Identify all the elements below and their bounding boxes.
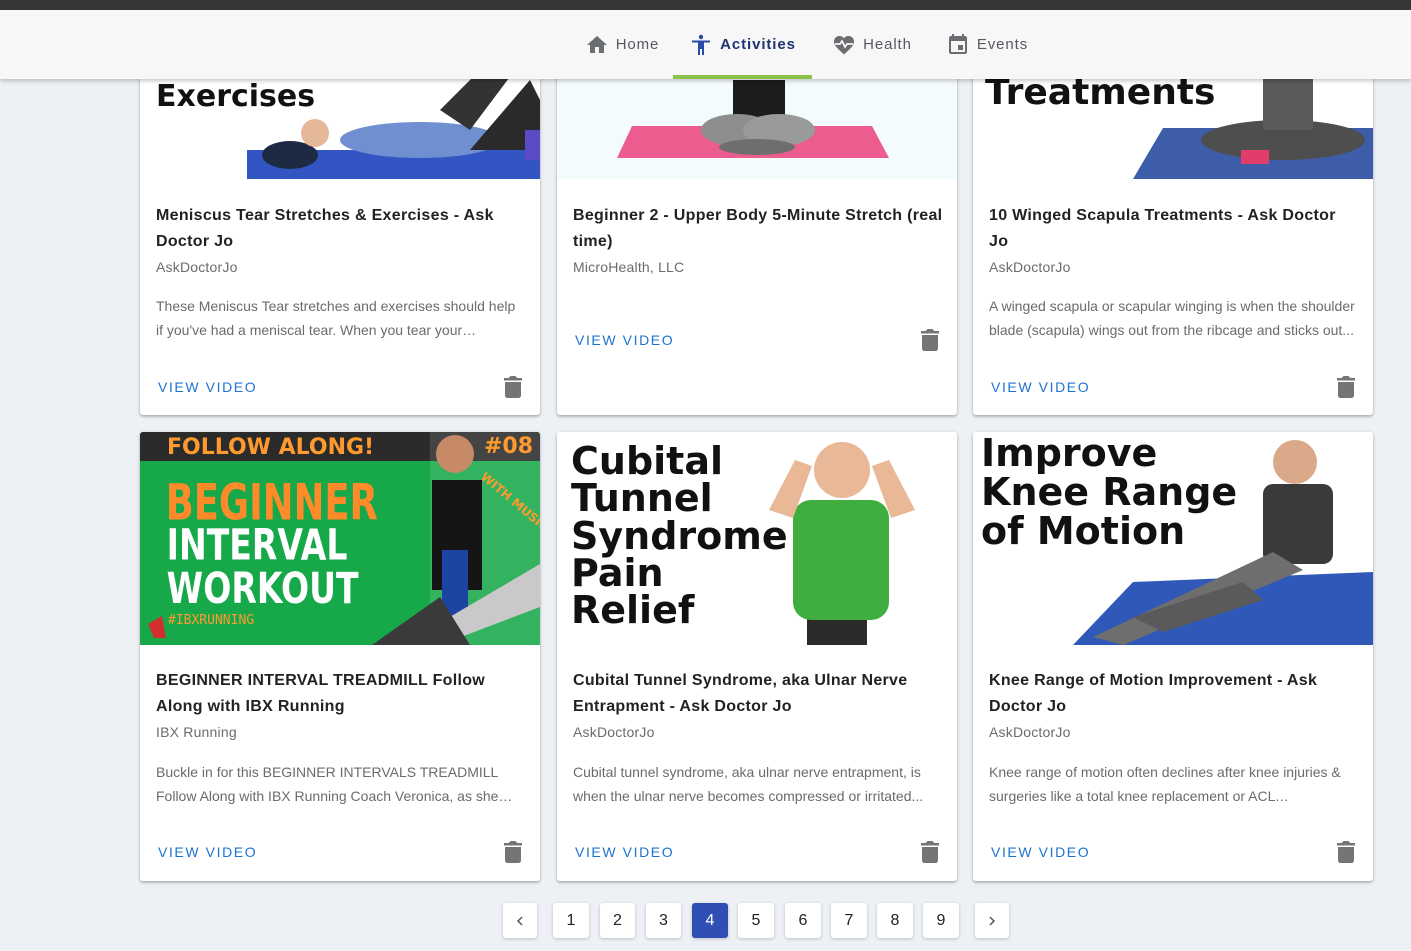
view-video-button[interactable]: VIEW VIDEO xyxy=(158,379,257,395)
video-author: AskDoctorJo xyxy=(573,724,655,740)
delete-button[interactable] xyxy=(1337,841,1355,863)
video-description: Buckle in for this BEGINNER INTERVALS TR… xyxy=(156,764,499,804)
thumbnail-caption: INTERVAL xyxy=(167,520,348,569)
tab-health-label: Health xyxy=(863,36,912,53)
tab-activities[interactable]: Activities xyxy=(673,10,812,79)
video-title: BEGINNER INTERVAL TREADMILL Follow Along… xyxy=(156,672,486,715)
delete-button[interactable] xyxy=(504,841,522,863)
pagination-prev-button[interactable] xyxy=(503,903,537,938)
video-thumbnail[interactable]: FOLLOW ALONG! #08 BEGINNER INTERVAL WORK… xyxy=(140,432,540,645)
trash-icon xyxy=(921,329,939,351)
pagination-page[interactable]: 2 xyxy=(600,903,635,938)
tab-health[interactable]: Health xyxy=(830,10,914,79)
window-top-bar xyxy=(0,0,1411,10)
video-description: These Meniscus Tear stretches and exerci… xyxy=(156,298,516,338)
thumbnail-caption: Improve xyxy=(981,432,1157,475)
chevron-right-icon xyxy=(989,916,995,925)
delete-button[interactable] xyxy=(921,841,939,863)
tab-events-label: Events xyxy=(976,36,1029,53)
video-thumbnail[interactable]: Improve Knee Range of Motion xyxy=(973,432,1373,645)
thumbnail-caption: #08 xyxy=(484,434,533,459)
thumbnail-caption: Knee Range xyxy=(981,470,1237,514)
video-card: Cubital Tunnel Syndrome Pain Relief Cubi… xyxy=(557,432,957,881)
video-card: FOLLOW ALONG! #08 BEGINNER INTERVAL WORK… xyxy=(140,432,540,881)
video-title: Knee Range of Motion Improvement - Ask D… xyxy=(989,672,1318,715)
view-video-button[interactable]: VIEW VIDEO xyxy=(991,844,1090,860)
home-icon xyxy=(586,35,607,53)
video-card: Improve Knee Range of Motion Knee Range … xyxy=(973,432,1373,881)
tab-activities-label: Activities xyxy=(720,36,796,53)
activity-figure-icon xyxy=(692,34,711,55)
video-author: AskDoctorJo xyxy=(989,724,1071,740)
video-author: AskDoctorJo xyxy=(156,259,238,275)
tab-events[interactable]: Events xyxy=(945,10,1029,79)
video-description: Cubital tunnel syndrome, aka ulnar nerve… xyxy=(573,764,924,804)
pagination-page[interactable]: 3 xyxy=(646,903,681,938)
view-video-button[interactable]: VIEW VIDEO xyxy=(575,844,674,860)
main-navigation: Home Activities Health Events xyxy=(0,10,1411,79)
video-author: IBX Running xyxy=(156,724,237,740)
trash-icon xyxy=(1337,376,1355,398)
video-title: 10 Winged Scapula Treatments - Ask Docto… xyxy=(989,207,1336,250)
video-thumbnail[interactable]: Cubital Tunnel Syndrome Pain Relief xyxy=(557,432,957,645)
pagination-page[interactable]: 7 xyxy=(831,903,867,938)
pagination-page[interactable]: 8 xyxy=(877,903,913,938)
video-author: MicroHealth, LLC xyxy=(573,259,685,275)
heartbeat-icon xyxy=(834,35,855,54)
thumbnail-caption: FOLLOW ALONG! xyxy=(167,435,374,460)
chevron-left-icon xyxy=(517,916,523,925)
view-video-button[interactable]: VIEW VIDEO xyxy=(575,332,674,348)
trash-icon xyxy=(921,841,939,863)
pagination-page-current[interactable]: 4 xyxy=(692,903,728,938)
trash-icon xyxy=(1337,841,1355,863)
thumbnail-caption: Exercises xyxy=(156,79,315,114)
thumbnail-caption: of Motion xyxy=(981,509,1185,553)
video-description: A winged scapula or scapular winging is … xyxy=(989,298,1355,338)
video-title: Cubital Tunnel Syndrome, aka Ulnar Nerve… xyxy=(573,672,908,715)
delete-button[interactable] xyxy=(921,329,939,351)
delete-button[interactable] xyxy=(504,376,522,398)
pagination-page[interactable]: 9 xyxy=(923,903,959,938)
delete-button[interactable] xyxy=(1337,376,1355,398)
pagination-page[interactable]: 5 xyxy=(738,903,774,938)
calendar-icon xyxy=(948,33,967,54)
video-description: Knee range of motion often declines afte… xyxy=(989,764,1341,804)
pagination-next-button[interactable] xyxy=(975,903,1009,938)
tab-home[interactable]: Home xyxy=(583,10,661,79)
view-video-button[interactable]: VIEW VIDEO xyxy=(158,844,257,860)
video-title: Beginner 2 - Upper Body 5-Minute Stretch… xyxy=(573,207,943,250)
thumbnail-caption: Relief xyxy=(571,588,695,632)
video-title: Meniscus Tear Stretches & Exercises - As… xyxy=(156,207,494,250)
tab-home-label: Home xyxy=(615,36,660,53)
thumbnail-caption: #IBXRUNNING xyxy=(168,613,254,628)
view-video-button[interactable]: VIEW VIDEO xyxy=(991,379,1090,395)
video-author: AskDoctorJo xyxy=(989,259,1071,275)
thumbnail-caption: WORKOUT xyxy=(167,564,359,613)
pagination-page[interactable]: 1 xyxy=(553,903,589,938)
trash-icon xyxy=(504,376,522,398)
trash-icon xyxy=(504,841,522,863)
pagination-page[interactable]: 6 xyxy=(785,903,821,938)
